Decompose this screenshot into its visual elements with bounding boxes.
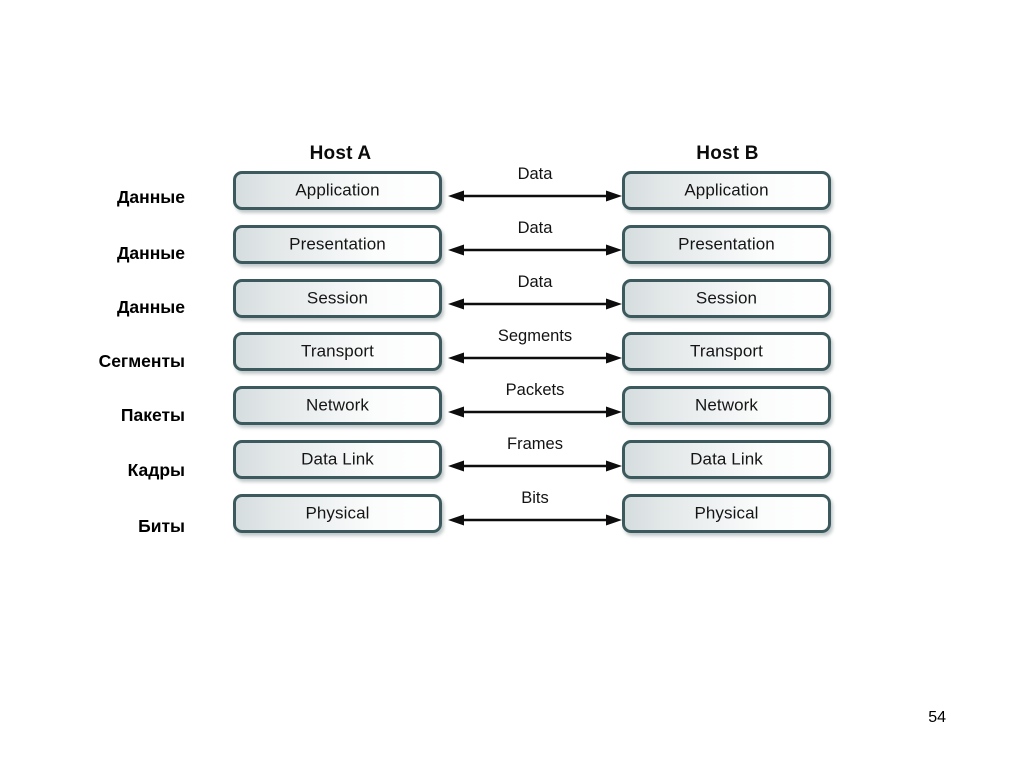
layer-label: Presentation — [678, 234, 775, 253]
layer-label: Transport — [300, 341, 375, 360]
layer-label: Presentation — [289, 234, 386, 253]
layer-label: Network — [305, 395, 370, 414]
double-arrow-icon — [448, 460, 622, 472]
host-b-layer-application[interactable]: Application — [622, 171, 831, 210]
host-b-layer-data-link[interactable]: Data Link — [622, 440, 831, 479]
host-a-layer-network[interactable]: Network — [233, 386, 442, 425]
layer-label: Transport — [689, 341, 764, 360]
host-b-title: Host B — [696, 143, 759, 164]
host-a-layer-transport[interactable]: Transport — [233, 332, 442, 371]
arrow-caption-data-application: Data — [517, 165, 553, 183]
host-b-layer-presentation[interactable]: Presentation — [622, 225, 831, 264]
slide-canvas: Host A Host B Данные Данные Данные Сегме… — [0, 0, 1024, 767]
layer-label: Data Link — [301, 449, 374, 468]
host-a-title: Host A — [309, 143, 372, 164]
arrow-caption-segments: Segments — [497, 327, 573, 345]
arrow-caption-packets: Packets — [505, 381, 565, 399]
double-arrow-icon — [448, 298, 622, 310]
pdu-label-data-application: Данные — [116, 187, 185, 207]
arrow-row-network: Packets — [448, 381, 622, 427]
layer-label: Network — [694, 395, 759, 414]
host-b-layer-physical[interactable]: Physical — [622, 494, 831, 533]
arrow-row-transport: Segments — [448, 327, 622, 373]
page-number: 54 — [928, 709, 946, 726]
layer-label: Physical — [305, 503, 370, 522]
host-a-layer-data-link[interactable]: Data Link — [233, 440, 442, 479]
arrow-row-presentation: Data — [448, 219, 622, 265]
arrow-row-application: Data — [448, 165, 622, 211]
pdu-label-packets: Пакеты — [120, 405, 185, 425]
arrow-row-data-link: Frames — [448, 435, 622, 481]
arrow-caption-bits: Bits — [521, 489, 549, 507]
arrow-row-session: Data — [448, 273, 622, 319]
pdu-label-segments: Сегменты — [98, 351, 185, 371]
layer-label: Physical — [694, 503, 759, 522]
pdu-label-data-presentation: Данные — [116, 243, 185, 263]
double-arrow-icon — [448, 352, 622, 364]
layer-label: Data Link — [690, 449, 763, 468]
host-a-layer-presentation[interactable]: Presentation — [233, 225, 442, 264]
double-arrow-icon — [448, 514, 622, 526]
layer-label: Session — [306, 288, 369, 307]
osi-layer-diagram: Host A Host B Данные Данные Данные Сегме… — [60, 135, 860, 555]
arrow-row-physical: Bits — [448, 489, 622, 535]
arrow-caption-data-presentation: Data — [517, 219, 553, 237]
layer-label: Application — [295, 180, 380, 199]
peer-protocol-arrows: Data Data Data Segments Packets Frames B… — [448, 165, 622, 551]
layer-label: Application — [684, 180, 769, 199]
layer-label: Session — [695, 288, 758, 307]
double-arrow-icon — [448, 406, 622, 418]
pdu-label-bits: Биты — [138, 516, 185, 536]
host-a-layer-physical[interactable]: Physical — [233, 494, 442, 533]
double-arrow-icon — [448, 190, 622, 202]
host-b-layer-session[interactable]: Session — [622, 279, 831, 318]
host-b-layer-network[interactable]: Network — [622, 386, 831, 425]
arrow-caption-frames: Frames — [507, 435, 563, 453]
pdu-label-data-session: Данные — [116, 297, 185, 317]
host-a-layer-session[interactable]: Session — [233, 279, 442, 318]
arrow-caption-data-session: Data — [517, 273, 553, 291]
host-b-layer-transport[interactable]: Transport — [622, 332, 831, 371]
host-a-layer-application[interactable]: Application — [233, 171, 442, 210]
pdu-label-frames: Кадры — [127, 460, 185, 480]
double-arrow-icon — [448, 244, 622, 256]
